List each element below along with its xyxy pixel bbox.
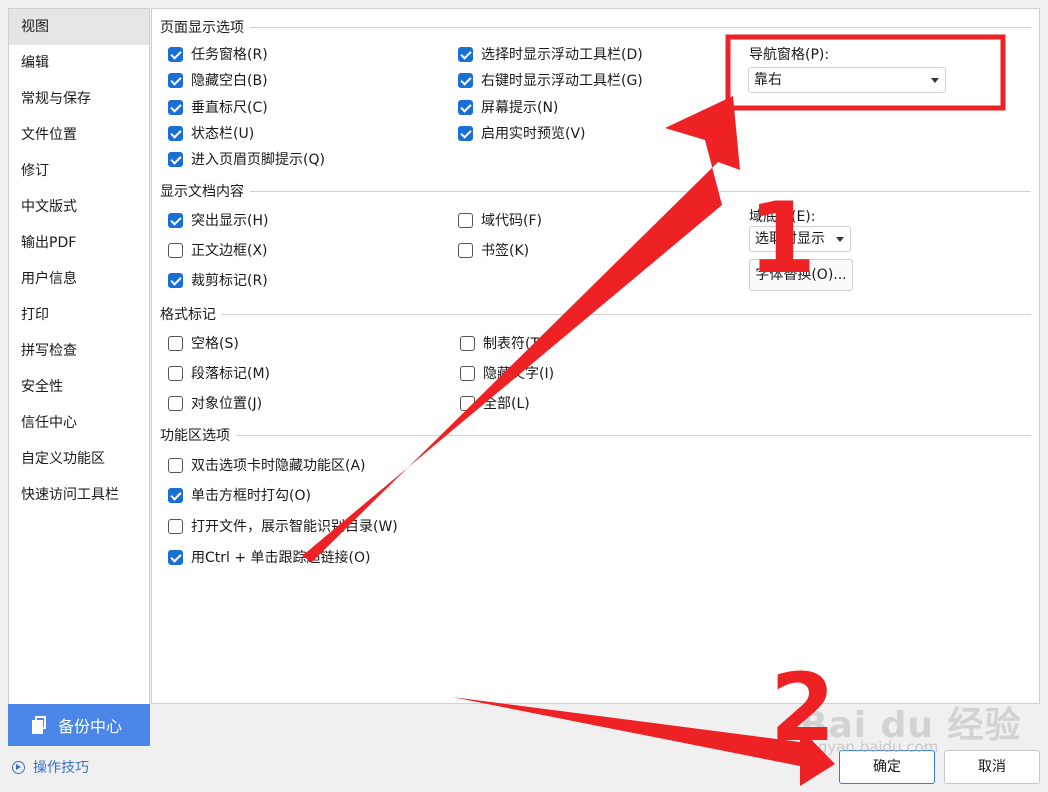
checkbox-box <box>168 242 183 258</box>
sidebar-item-user-info[interactable]: 用户信息 <box>9 261 149 297</box>
sidebar-item-revision[interactable]: 修订 <box>9 153 149 189</box>
checkbox-box <box>460 395 475 411</box>
checkbox-bookmarks[interactable]: 书签(K) <box>458 240 529 260</box>
sidebar-item-customize-ribbon[interactable]: 自定义功能区 <box>9 441 149 477</box>
cancel-button[interactable]: 取消 <box>944 750 1040 784</box>
checkbox-crop-marks[interactable]: 裁剪标记(R) <box>168 270 268 290</box>
checkbox-dblclick-hide-ribbon[interactable]: 双击选项卡时隐藏功能区(A) <box>168 455 366 475</box>
section-title-doc-content: 显示文档内容 <box>160 181 250 201</box>
section-divider <box>160 191 1031 192</box>
watermark-url: jingyan.baidu.com <box>800 738 939 756</box>
chevron-down-icon <box>931 78 939 83</box>
tips-link[interactable]: 操作技巧 <box>12 756 89 778</box>
checkbox-smart-toc[interactable]: 打开文件，展示智能识别目录(W) <box>168 516 398 536</box>
section-title-page-display: 页面显示选项 <box>160 17 250 37</box>
section-divider <box>160 435 1031 436</box>
checkbox-tab-chars[interactable]: 制表符(T) <box>460 333 544 353</box>
checkbox-show-all[interactable]: 全部(L) <box>460 393 530 413</box>
nav-pane-select[interactable]: 靠右 <box>748 67 946 93</box>
arrow-2 <box>452 697 835 786</box>
checkbox-object-anchors[interactable]: 对象位置(J) <box>168 393 262 413</box>
backup-icon <box>32 716 48 734</box>
sidebar-item-security[interactable]: 安全性 <box>9 369 149 405</box>
sidebar-item-file-location[interactable]: 文件位置 <box>9 117 149 153</box>
checkbox-screen-tips[interactable]: 屏幕提示(N) <box>458 97 558 117</box>
sidebar-item-print[interactable]: 打印 <box>9 297 149 333</box>
checkbox-header-footer-tip[interactable]: 进入页眉页脚提示(Q) <box>168 149 325 169</box>
checkbox-vertical-ruler[interactable]: 垂直标尺(C) <box>168 97 268 117</box>
checkbox-box <box>168 46 183 62</box>
checkbox-box <box>168 272 183 288</box>
checkbox-text-boundaries[interactable]: 正文边框(X) <box>168 240 268 260</box>
sidebar-item-chinese-layout[interactable]: 中文版式 <box>9 189 149 225</box>
checkbox-box <box>168 151 183 167</box>
checkbox-live-preview[interactable]: 启用实时预览(V) <box>458 123 586 143</box>
sidebar-item-edit[interactable]: 编辑 <box>9 45 149 81</box>
checkbox-ctrl-click-link[interactable]: 用Ctrl + 单击跟踪超链接(O) <box>168 547 370 567</box>
checkbox-box <box>168 72 183 88</box>
section-divider <box>160 27 1031 28</box>
backup-center-button[interactable]: 备份中心 <box>8 704 150 746</box>
checkbox-box <box>460 335 475 351</box>
checkbox-box <box>168 549 183 565</box>
checkbox-float-toolbar-select[interactable]: 选择时显示浮动工具栏(D) <box>458 44 643 64</box>
checkbox-box <box>168 212 183 228</box>
options-sidebar: 视图 编辑 常规与保存 文件位置 修订 中文版式 输出PDF 用户信息 打印 拼… <box>8 8 150 746</box>
section-title-ribbon: 功能区选项 <box>160 425 236 445</box>
checkbox-box <box>458 125 473 141</box>
chevron-down-icon <box>836 237 844 242</box>
checkbox-hide-blank[interactable]: 隐藏空白(B) <box>168 70 268 90</box>
checkbox-box <box>168 335 183 351</box>
sidebar-item-export-pdf[interactable]: 输出PDF <box>9 225 149 261</box>
field-shading-select[interactable]: 选取时显示 <box>749 226 851 252</box>
checkbox-box <box>460 365 475 381</box>
sidebar-item-view[interactable]: 视图 <box>9 9 149 45</box>
nav-pane-label: 导航窗格(P): <box>749 47 830 63</box>
backup-center-label: 备份中心 <box>58 717 123 736</box>
checkbox-field-codes[interactable]: 域代码(F) <box>458 210 542 230</box>
checkbox-box <box>168 125 183 141</box>
checkbox-box <box>168 487 183 503</box>
checkbox-box <box>168 395 183 411</box>
section-title-format-marks: 格式标记 <box>160 304 222 324</box>
checkbox-hidden-text[interactable]: 隐藏文字(I) <box>460 363 554 383</box>
checkbox-box <box>168 365 183 381</box>
checkbox-task-pane[interactable]: 任务窗格(R) <box>168 44 268 64</box>
field-shading-label: 域底纹(E): <box>749 209 816 225</box>
checkbox-spaces[interactable]: 空格(S) <box>168 333 239 353</box>
tips-label: 操作技巧 <box>33 760 89 776</box>
section-divider <box>160 314 1031 315</box>
checkbox-paragraph-marks[interactable]: 段落标记(M) <box>168 363 270 383</box>
sidebar-item-general-save[interactable]: 常规与保存 <box>9 81 149 117</box>
sidebar-item-trust-center[interactable]: 信任中心 <box>9 405 149 441</box>
sidebar-item-spell-check[interactable]: 拼写检查 <box>9 333 149 369</box>
checkbox-box <box>458 212 473 228</box>
checkbox-box <box>168 99 183 115</box>
checkbox-box <box>458 46 473 62</box>
checkbox-float-toolbar-rightclick[interactable]: 右键时显示浮动工具栏(G) <box>458 70 643 90</box>
checkbox-box <box>458 242 473 258</box>
options-panel: 页面显示选项 任务窗格(R) 隐藏空白(B) 垂直标尺(C) 状态栏(U) 进入… <box>151 8 1040 704</box>
play-icon <box>12 760 25 774</box>
nav-pane-value: 靠右 <box>754 72 782 88</box>
checkbox-highlight[interactable]: 突出显示(H) <box>168 210 268 230</box>
checkbox-box <box>458 99 473 115</box>
checkbox-box <box>168 457 183 473</box>
font-substitution-button[interactable]: 字体替换(O)... <box>749 259 853 291</box>
field-shading-value: 选取时显示 <box>755 231 825 247</box>
checkbox-click-to-check[interactable]: 单击方框时打勾(O) <box>168 485 311 505</box>
checkbox-box <box>168 518 183 534</box>
sidebar-item-quick-access[interactable]: 快速访问工具栏 <box>9 477 149 513</box>
checkbox-status-bar[interactable]: 状态栏(U) <box>168 123 254 143</box>
checkbox-box <box>458 72 473 88</box>
